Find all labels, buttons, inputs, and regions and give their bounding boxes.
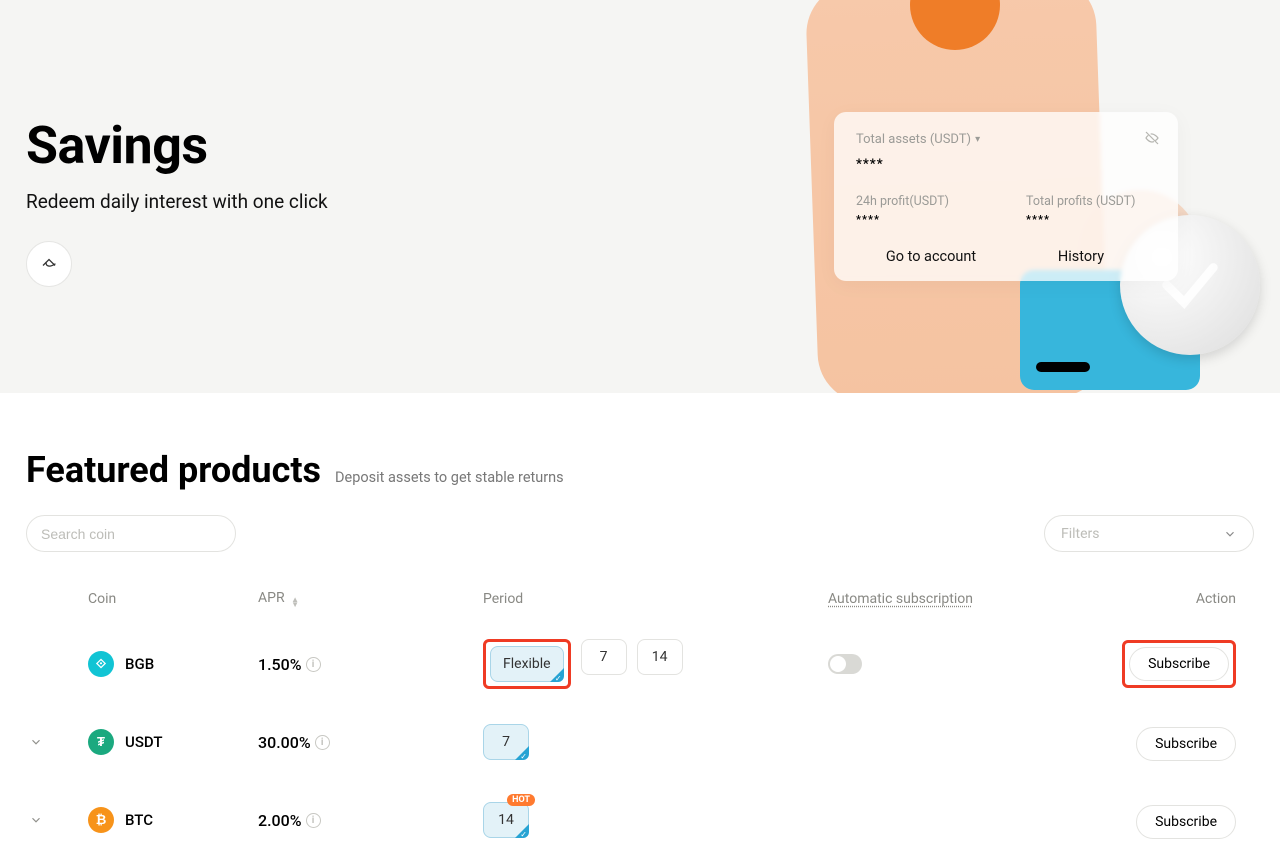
- expand-row[interactable]: [26, 810, 46, 830]
- history-link[interactable]: History: [1006, 248, 1156, 265]
- sort-icon: ▲▼: [291, 597, 299, 607]
- period-option[interactable]: 7: [483, 724, 529, 760]
- apr-value: 30.00%: [258, 733, 311, 752]
- search-input[interactable]: [41, 526, 222, 542]
- go-to-account-link[interactable]: Go to account: [856, 248, 1006, 265]
- chevron-down-icon: ▾: [975, 134, 980, 145]
- period-option[interactable]: 14HOT: [483, 802, 529, 838]
- period-option[interactable]: 14: [637, 639, 683, 675]
- info-icon[interactable]: i: [306, 813, 321, 828]
- share-button[interactable]: [26, 241, 72, 287]
- total-assets-value: ****: [856, 157, 1156, 172]
- apr-value: 2.00%: [258, 811, 302, 830]
- table-row: ⟐ BGB 1.50% i Flexible 7 14 Subscribe: [26, 625, 1254, 703]
- highlight: Flexible: [483, 639, 571, 689]
- profit24-label: 24h profit(USDT): [856, 194, 986, 209]
- table-row: ₿ BTC 2.00% i 14HOT Subscribe: [26, 781, 1254, 859]
- subscribe-button[interactable]: Subscribe: [1136, 727, 1236, 761]
- coin-icon: ₮: [88, 729, 114, 755]
- subscribe-button[interactable]: Subscribe: [1129, 647, 1229, 681]
- header-coin: Coin: [88, 591, 258, 607]
- chevron-down-icon: [1223, 527, 1237, 541]
- table-row: ₮ USDT 30.00% i 7 Subscribe: [26, 703, 1254, 781]
- assets-card: Total assets (USDT) ▾ **** 24h profit(US…: [834, 112, 1178, 281]
- table-header: Coin APR ▲▼ Period Automatic subscriptio…: [26, 590, 1254, 625]
- header-auto-sub[interactable]: Automatic subscription: [828, 591, 973, 607]
- coin-icon: ⟐: [88, 651, 114, 677]
- apr-value: 1.50%: [258, 655, 302, 674]
- products-table: Coin APR ▲▼ Period Automatic subscriptio…: [26, 590, 1254, 859]
- filters-label: Filters: [1061, 526, 1100, 542]
- info-icon[interactable]: i: [306, 657, 321, 672]
- coin-symbol: BGB: [125, 655, 154, 673]
- info-icon[interactable]: i: [315, 735, 330, 750]
- featured-subtitle: Deposit assets to get stable returns: [335, 469, 564, 486]
- header-apr[interactable]: APR ▲▼: [258, 590, 483, 607]
- period-option[interactable]: Flexible: [490, 646, 564, 682]
- highlight: Subscribe: [1122, 640, 1236, 688]
- header-action: Action: [1048, 591, 1254, 607]
- search-coin[interactable]: [26, 515, 236, 552]
- hero-section: Savings Redeem daily interest with one c…: [0, 0, 1280, 393]
- auto-subscribe-toggle[interactable]: [828, 654, 862, 674]
- total-assets-label[interactable]: Total assets (USDT) ▾: [856, 132, 1156, 147]
- page-subtitle: Redeem daily interest with one click: [26, 190, 328, 213]
- coin-icon: ₿: [88, 807, 114, 833]
- share-icon: [40, 255, 58, 273]
- eye-off-icon[interactable]: [1144, 130, 1160, 150]
- featured-title: Featured products: [26, 449, 321, 491]
- subscribe-button[interactable]: Subscribe: [1136, 805, 1236, 839]
- coin-symbol: BTC: [125, 811, 153, 829]
- period-option[interactable]: 7: [581, 639, 627, 675]
- page-title: Savings: [26, 115, 328, 176]
- coin-symbol: USDT: [125, 733, 162, 751]
- total-profits-label: Total profits (USDT): [1026, 194, 1156, 209]
- hot-badge: HOT: [507, 794, 535, 806]
- expand-row[interactable]: [26, 732, 46, 752]
- header-period: Period: [483, 591, 828, 607]
- total-profits-value: ****: [1026, 213, 1156, 226]
- profit24-value: ****: [856, 213, 986, 226]
- filters-dropdown[interactable]: Filters: [1044, 515, 1254, 552]
